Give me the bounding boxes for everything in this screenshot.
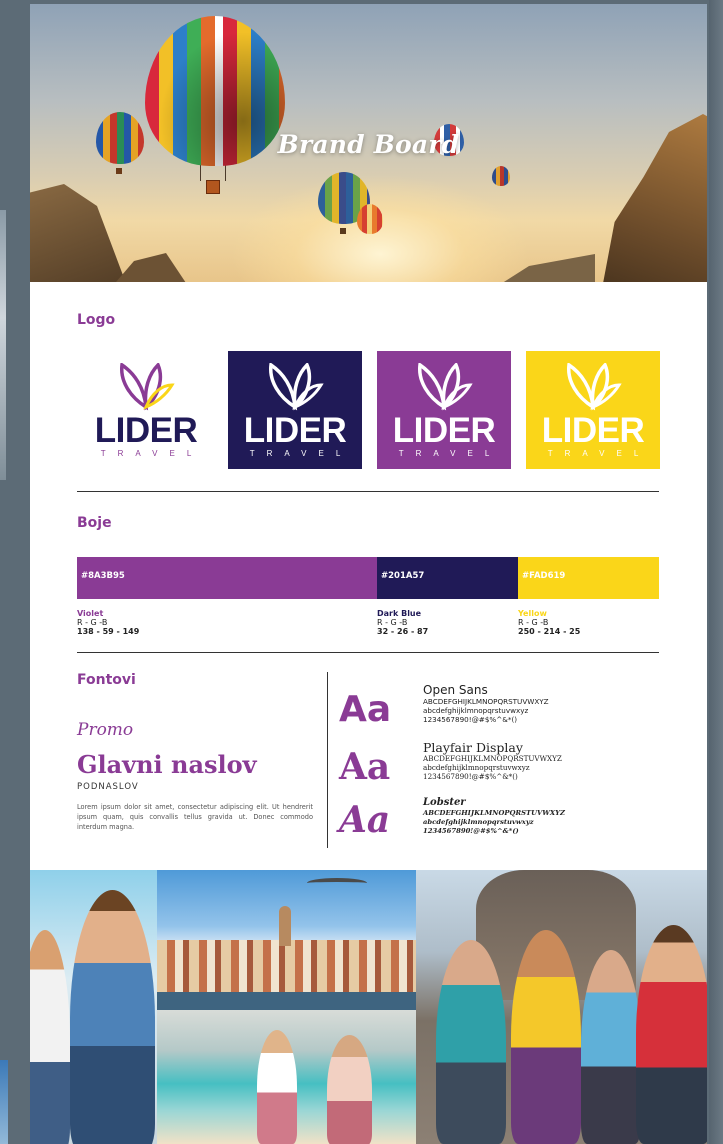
font-uppercase: ABCDEFGHIJKLMNOPQRSTUVWXYZ (423, 697, 549, 706)
person-figure (636, 925, 707, 1144)
font-name: Playfair Display (423, 740, 523, 755)
color-name: Yellow (518, 609, 547, 618)
logo-wordmark: LIDER (392, 411, 496, 450)
font-name: Lobster (423, 797, 466, 808)
font-digits: 1234567890!@#$%^&*() (423, 772, 518, 781)
color-info-yellow: Yellow R - G -B 250 - 214 - 25 (518, 609, 580, 636)
color-rgb-values: 138 - 59 - 149 (77, 627, 140, 636)
logo-variant-white: LIDER TRAVEL (79, 351, 213, 469)
color-info-dark-blue: Dark Blue R - G -B 32 - 26 - 87 (377, 609, 428, 636)
photo-city-skyline (157, 870, 416, 1010)
font-digits: 1234567890!@#$%^&*() (423, 715, 518, 724)
person-figure (257, 1030, 297, 1144)
font-lowercase: abcdefghijklmnopqrstuvwxyz (423, 706, 529, 715)
person-figure (581, 950, 641, 1144)
logo-variant-dark-blue: LIDER TRAVEL (228, 351, 362, 469)
person-figure (70, 890, 155, 1144)
font-sample-sans: Aa (339, 689, 392, 730)
vertical-divider (327, 672, 328, 848)
color-swatch-dark-blue: #201A57 (377, 557, 518, 599)
promo-text: Promo (77, 720, 134, 740)
leaf-logo-icon (269, 363, 324, 411)
section-title-fonts: Fontovi (77, 672, 136, 688)
background-edge-right (709, 0, 723, 1144)
font-uppercase: ABCDEFGHIJKLMNOPQRSTUVWXYZ (423, 809, 565, 817)
cliff-left-small (110, 253, 190, 282)
person-figure (511, 930, 581, 1144)
color-rgb-label: R - G -B (377, 618, 408, 627)
balloon-basket (116, 168, 122, 174)
tower (279, 906, 291, 946)
cliff-left (30, 184, 130, 282)
section-title-colors: Boje (77, 515, 112, 531)
logo-subtitle: TRAVEL (100, 449, 204, 458)
background-photo-edge-left-bottom (0, 1060, 8, 1144)
main-heading-sample: Glavni naslov (77, 750, 257, 779)
font-name: Open Sans (423, 683, 488, 697)
brand-board: Brand Board Logo LIDER TRAVEL LIDER TRAV… (30, 4, 707, 1144)
logo-subtitle: TRAVEL (547, 449, 651, 458)
background-photo-edge-left (0, 210, 6, 480)
color-name: Dark Blue (377, 609, 422, 618)
waterfront (157, 992, 416, 1010)
color-rgb-label: R - G -B (77, 618, 108, 627)
font-sample-script: Aa (339, 799, 391, 841)
city-buildings (157, 940, 416, 992)
logo-subtitle: TRAVEL (398, 449, 502, 458)
logo-wordmark: LIDER (243, 411, 347, 450)
font-specimen-open-sans: Open Sans ABCDEFGHIJKLMNOPQRSTUVWXYZ abc… (423, 683, 549, 725)
logo-wordmark: LIDER (94, 411, 198, 450)
color-swatch-yellow: #FAD619 (518, 557, 659, 599)
section-title-logo: Logo (77, 312, 116, 328)
leaf-logo-icon (418, 363, 473, 411)
hero-title: Brand Board (277, 130, 460, 159)
photo-group-friends (416, 870, 707, 1144)
swatch-hex-code: #8A3B95 (81, 571, 125, 581)
divider (77, 652, 659, 653)
color-info-violet: Violet R - G -B 138 - 59 - 149 (77, 609, 139, 636)
font-sample-serif: Aa (339, 746, 391, 788)
person-figure (30, 930, 70, 1144)
font-lowercase: abcdefghijklmnopqrstuvwxyz (423, 818, 534, 826)
balloon-basket (340, 228, 346, 234)
color-swatch-violet: #8A3B95 (77, 557, 377, 599)
hero-image: Brand Board (30, 4, 707, 282)
person-figure (327, 1035, 372, 1144)
hot-air-balloon (492, 166, 510, 186)
font-specimen-playfair: Playfair Display ABCDEFGHIJKLMNOPQRSTUVW… (423, 741, 562, 781)
leaf-logo-icon (567, 363, 622, 411)
color-rgb-values: 250 - 214 - 25 (518, 627, 581, 636)
swatch-hex-code: #FAD619 (522, 571, 566, 581)
photo-beach-family (157, 1010, 416, 1144)
logo-wordmark: LIDER (541, 411, 645, 450)
hot-air-balloon (357, 204, 383, 234)
swatch-hex-code: #201A57 (381, 571, 425, 581)
font-specimen-lobster: Lobster ABCDEFGHIJKLMNOPQRSTUVWXYZ abcde… (423, 796, 565, 836)
color-rgb-label: R - G -B (518, 618, 549, 627)
photo-happy-couple (30, 870, 157, 1144)
body-text-sample: Lorem ipsum dolor sit amet, consectetur … (77, 803, 313, 831)
font-lowercase: abcdefghijklmnopqrstuvwxyz (423, 763, 530, 772)
font-uppercase: ABCDEFGHIJKLMNOPQRSTUVWXYZ (423, 754, 562, 763)
logo-variant-yellow: LIDER TRAVEL (526, 351, 660, 469)
subheading-sample: PODNASLOV (77, 782, 139, 792)
balloon-basket (206, 180, 220, 194)
leaf-logo-icon (120, 363, 175, 411)
divider (77, 491, 659, 492)
seagull (307, 878, 367, 888)
color-rgb-values: 32 - 26 - 87 (377, 627, 429, 636)
logo-variant-violet: LIDER TRAVEL (377, 351, 511, 469)
color-name: Violet (77, 609, 104, 618)
logo-subtitle: TRAVEL (249, 449, 353, 458)
person-figure (436, 940, 506, 1144)
font-digits: 1234567890!@#$%^&*() (423, 827, 519, 835)
